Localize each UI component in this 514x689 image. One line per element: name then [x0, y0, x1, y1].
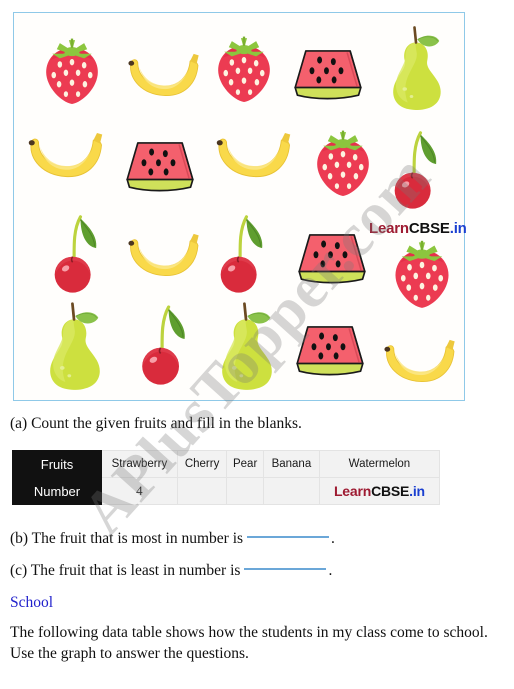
fruit-watermelon: [118, 125, 202, 199]
fruit-strawberry: [204, 29, 284, 105]
fruit-banana: [122, 221, 208, 287]
table-cell-pear-number[interactable]: [226, 477, 264, 505]
question-b: (b) The fruit that is most in number is.: [10, 529, 335, 548]
fruit-picture-frame: LearnCBSE.in: [13, 12, 467, 401]
fruit-watermelon: [290, 217, 374, 291]
fruits-count-table: Fruits Strawberry Cherry Pear Banana Wat…: [12, 450, 441, 505]
learncbse-in-text-table: .in: [409, 482, 425, 499]
table-cell-strawberry-number[interactable]: 4: [101, 477, 178, 505]
fruit-banana: [22, 121, 112, 187]
section-paragraph-school: The following data table shows how the s…: [10, 624, 488, 662]
fruit-watermelon: [288, 309, 372, 383]
fruit-pear: [36, 299, 112, 393]
learncbse-watermark-table: LearnCBSE.in: [334, 483, 425, 499]
fruit-banana: [378, 329, 464, 391]
table-rowhead-fruits: Fruits: [12, 450, 102, 478]
table-header-pear: Pear: [226, 450, 264, 478]
fruit-cherry: [378, 125, 452, 211]
learncbse-in-text: .in: [449, 220, 467, 237]
learncbse-cbse-text-table: CBSE: [371, 482, 410, 499]
question-c-text: (c) The fruit that is least in number is: [10, 562, 241, 579]
fruit-pear: [208, 299, 284, 393]
question-c-period: .: [328, 562, 333, 579]
question-a-text: (a) Count the given fruits and fill in t…: [10, 415, 302, 432]
fruit-grid: [14, 13, 464, 400]
learncbse-watermark-picture: LearnCBSE.in: [369, 220, 467, 237]
learncbse-learn-text-table: Learn: [333, 482, 372, 499]
table-header-watermelon: Watermelon: [318, 450, 441, 478]
table-row-fruits: Fruits Strawberry Cherry Pear Banana Wat…: [12, 450, 441, 478]
fruit-strawberry: [382, 233, 462, 311]
learncbse-cbse-text: CBSE: [408, 220, 450, 237]
question-b-answer-blank[interactable]: [247, 536, 330, 539]
fruit-cherry: [204, 209, 278, 295]
fruit-banana: [210, 121, 300, 187]
fruit-pear: [380, 23, 452, 113]
table-header-banana: Banana: [262, 450, 320, 478]
question-b-period: .: [331, 530, 335, 547]
table-header-strawberry: Strawberry: [101, 450, 178, 478]
question-b-text: (b) The fruit that is most in number is: [10, 530, 244, 547]
fruit-cherry: [124, 299, 202, 387]
table-header-cherry: Cherry: [176, 450, 228, 478]
table-row-number: Number 4 LearnCBSE.in: [12, 477, 441, 505]
question-c: (c) The fruit that is least in number is…: [10, 561, 332, 580]
table-cell-watermelon-number[interactable]: LearnCBSE.in: [318, 477, 441, 505]
fruit-banana: [122, 41, 208, 107]
table-rowhead-number: Number: [12, 477, 102, 505]
fruit-strawberry: [304, 123, 382, 199]
learncbse-learn-text: Learn: [369, 220, 409, 237]
fruit-cherry: [38, 209, 112, 295]
question-c-answer-blank[interactable]: [244, 568, 327, 571]
fruit-watermelon: [286, 33, 370, 107]
section-heading-school: School: [10, 594, 54, 611]
table-cell-banana-number[interactable]: [262, 477, 320, 505]
fruit-strawberry: [32, 31, 112, 107]
table-cell-cherry-number[interactable]: [176, 477, 228, 505]
